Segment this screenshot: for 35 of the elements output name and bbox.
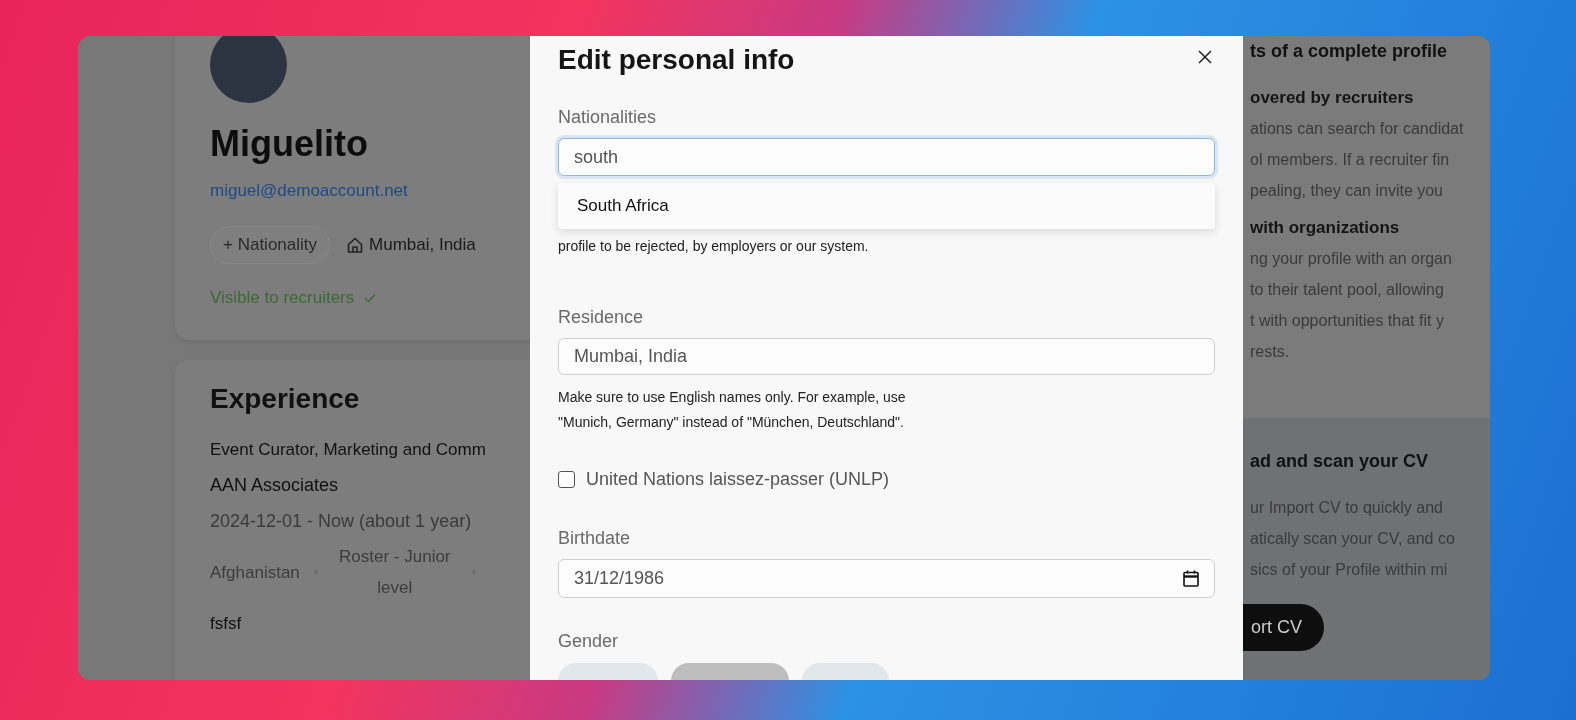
search-field[interactable]: south <box>558 138 1215 176</box>
suggestion-option[interactable]: South Africa <box>558 183 1215 229</box>
residence-text: Mumbai, India <box>369 235 476 255</box>
benefit-text: ations can search for candidat ol members. If a recruiter fin pealing, they can invite you <box>1250 119 1465 201</box>
benefit-heading: with organizations <box>1250 217 1400 239</box>
benefit-heading: overed by recruiters <box>1250 87 1414 109</box>
profile-name: Miguelito <box>210 122 368 166</box>
panel-title: ts of a complete profile <box>1250 40 1448 63</box>
checkbox[interactable] <box>558 470 575 488</box>
help-text: profile to be rejected, by employers or our system. <box>558 237 869 256</box>
company-name: AAN Associates <box>210 474 339 497</box>
job-tag: Roster - Junior level <box>331 541 458 603</box>
panel-title: ad and scan your CV <box>1250 450 1429 473</box>
dialog-title: Edit personal info <box>558 43 795 77</box>
date-field[interactable]: 31/12/1986 <box>558 559 1215 598</box>
job-period: 2024-12-01 - Now (about 1 year) <box>210 510 472 533</box>
section-title: Experience <box>210 382 360 416</box>
add-nationality-button[interactable]: + Nationality <box>210 226 331 264</box>
job-tag: Afghanistan <box>210 556 300 588</box>
field-label: Gender <box>558 630 619 653</box>
house-icon <box>346 236 365 254</box>
checkbox-label: United Nations laissez-passer (UNLP) <box>586 468 890 491</box>
job-title: Event Curator, Marketing and Comm <box>210 439 486 461</box>
visibility-status: Visible to recruiters <box>210 287 355 309</box>
close-icon <box>1198 50 1212 64</box>
field-label: Nationalities <box>558 106 657 129</box>
benefit-text: ng your profile with an organ to their talent pool, allowing t with opportunities that fit y rests. <box>1250 249 1453 362</box>
check-icon <box>364 293 377 303</box>
job-description: fsfsf <box>210 613 242 635</box>
field-label: Birthdate <box>558 527 631 550</box>
import-cv-button[interactable]: ort CV <box>1243 604 1324 651</box>
calendar-icon <box>1183 570 1199 587</box>
help-text: Make sure to use English names only. For example, use "Munich, Germany" instead of "München, Deutschland". <box>558 388 907 432</box>
input-field[interactable]: Mumbai, India <box>558 338 1215 375</box>
field-label: Residence <box>558 306 644 329</box>
